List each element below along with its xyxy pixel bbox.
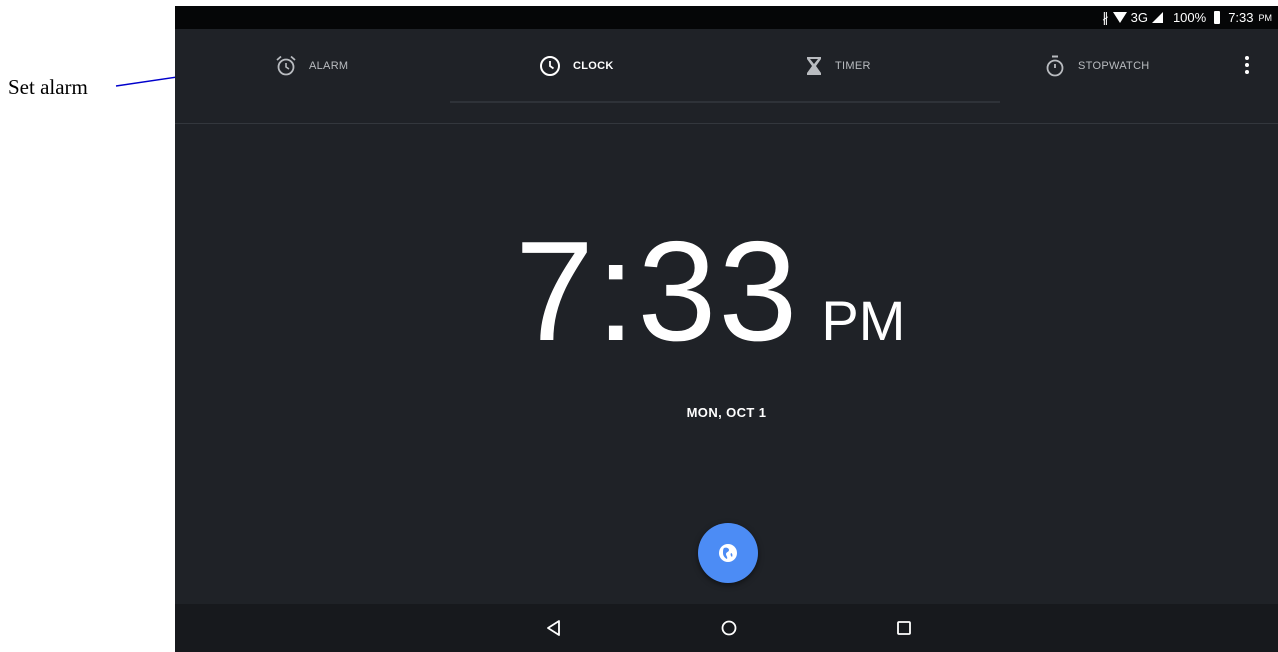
clock-icon: [540, 56, 560, 76]
tab-bar: ALARM CLOCK TIMER STOPWATCH: [175, 29, 1278, 124]
recents-icon[interactable]: [894, 618, 914, 638]
signal-icon: [1151, 12, 1163, 23]
clock-ampm: PM: [821, 289, 906, 352]
status-time: 7:33: [1228, 10, 1254, 25]
tab-timer-label: TIMER: [835, 60, 871, 72]
home-icon[interactable]: [719, 618, 739, 638]
device-screen: ∦ 3G 100% 7:33 PM ALARM CLOCK TIMER STOP…: [175, 6, 1278, 652]
battery-icon: [1214, 11, 1221, 24]
tab-alarm[interactable]: ALARM: [275, 29, 348, 103]
battery-percent: 100%: [1172, 10, 1207, 25]
network-type: 3G: [1130, 10, 1148, 25]
wifi-icon: [1112, 12, 1127, 23]
clock-face: 7:33 PM MON, OCT 1: [175, 103, 1278, 603]
tab-stopwatch[interactable]: STOPWATCH: [1044, 29, 1150, 103]
digital-clock: 7:33 PM: [515, 221, 905, 363]
cities-button[interactable]: [698, 523, 758, 583]
more-vert-icon[interactable]: [1243, 56, 1251, 78]
tab-clock[interactable]: CLOCK: [539, 29, 614, 103]
alarm-clock-icon: [276, 55, 296, 76]
navigation-bar: [175, 604, 1278, 652]
tab-clock-label: CLOCK: [573, 60, 614, 72]
clock-time: 7:33: [515, 212, 800, 371]
tab-stopwatch-label: STOPWATCH: [1078, 60, 1150, 72]
tab-timer[interactable]: TIMER: [805, 29, 871, 103]
tab-alarm-label: ALARM: [309, 60, 349, 72]
status-bar: ∦ 3G 100% 7:33 PM: [175, 6, 1278, 29]
bluetooth-icon: ∦: [1102, 9, 1109, 25]
status-ampm: PM: [1258, 12, 1273, 23]
back-icon[interactable]: [544, 618, 564, 638]
globe-icon: [719, 544, 737, 562]
hourglass-icon: [807, 57, 821, 75]
stopwatch-icon: [1046, 55, 1064, 77]
clock-date: MON, OCT 1: [686, 405, 767, 420]
